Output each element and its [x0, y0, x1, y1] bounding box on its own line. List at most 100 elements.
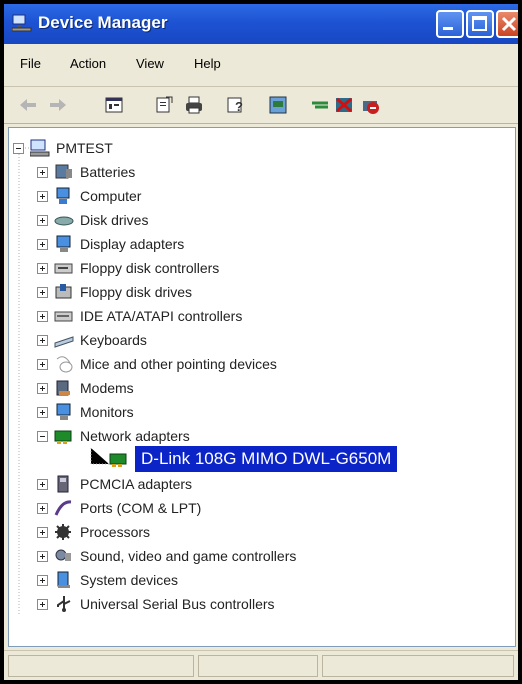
- modem-icon: [54, 379, 74, 397]
- floppy-drive-icon: [54, 283, 74, 301]
- expand-icon[interactable]: [37, 334, 48, 346]
- expand-icon[interactable]: [37, 382, 48, 394]
- disable-icon[interactable]: [334, 95, 354, 115]
- tree-item-pcmcia[interactable]: PCMCIA adapters: [37, 472, 192, 496]
- screenshot-frame: Device Manager File Action View Help ? P…: [0, 0, 522, 684]
- close-button[interactable]: [496, 10, 518, 38]
- tree-item-modems[interactable]: Modems: [37, 376, 134, 400]
- display-icon: [54, 235, 74, 253]
- battery-icon: [54, 163, 74, 181]
- back-icon[interactable]: [18, 95, 38, 115]
- menu-view[interactable]: View: [136, 56, 164, 71]
- system-icon: [54, 571, 74, 589]
- expand-icon[interactable]: [37, 262, 48, 274]
- uninstall-icon[interactable]: [310, 95, 330, 115]
- tree-item-label: IDE ATA/ATAPI controllers: [80, 308, 243, 324]
- print-icon[interactable]: [184, 95, 204, 115]
- expand-icon[interactable]: [37, 310, 48, 322]
- tree-item-label: Sound, video and game controllers: [80, 548, 297, 564]
- menu-help[interactable]: Help: [194, 56, 221, 71]
- toolbar: ?: [4, 87, 518, 124]
- monitor-icon: [54, 403, 74, 421]
- mouse-icon: [54, 355, 74, 373]
- expand-icon[interactable]: [37, 358, 48, 370]
- keyboard-icon: [54, 331, 74, 349]
- expand-icon[interactable]: [37, 478, 48, 490]
- properties-icon[interactable]: [104, 95, 124, 115]
- usb-icon: [54, 595, 74, 613]
- status-pane-1: [8, 655, 194, 677]
- expand-icon[interactable]: [37, 238, 48, 250]
- tree-item-processors[interactable]: Processors: [37, 520, 150, 544]
- collapse-icon[interactable]: [13, 142, 24, 154]
- root-label: PMTEST: [56, 140, 113, 156]
- network-icon: [54, 427, 74, 445]
- expand-icon[interactable]: [37, 574, 48, 586]
- tree-item-label: PCMCIA adapters: [80, 476, 193, 492]
- sound-icon: [54, 547, 74, 565]
- device-manager-icon: [11, 14, 32, 32]
- tree-item-usb[interactable]: Universal Serial Bus controllers: [37, 592, 275, 616]
- tree-item-label: Disk drives: [80, 212, 149, 228]
- expand-icon[interactable]: [37, 502, 48, 514]
- tree-item-label: Computer: [80, 188, 142, 204]
- expand-icon[interactable]: [37, 526, 48, 538]
- status-pane-2: [198, 655, 318, 677]
- tree-item-label: Modems: [80, 380, 134, 396]
- ide-icon: [54, 307, 74, 325]
- help-icon[interactable]: ?: [226, 95, 246, 115]
- device-manager-window: Device Manager File Action View Help ? P…: [4, 4, 518, 680]
- tree-item-dlink-adapter[interactable]: D-Link 108G MIMO DWL-G650M: [109, 446, 398, 472]
- menu-file[interactable]: File: [20, 56, 41, 71]
- tree-item-label: Mice and other pointing devices: [80, 356, 277, 372]
- tree-item-batteries[interactable]: Batteries: [37, 160, 135, 184]
- tree-item-display-adapters[interactable]: Display adapters: [37, 232, 184, 256]
- network-card-icon: [109, 450, 129, 468]
- tree-item-network-adapters[interactable]: Network adapters: [37, 424, 190, 448]
- tree-item-label: Monitors: [80, 404, 134, 420]
- floppy-controller-icon: [54, 259, 74, 277]
- tree-item-mice[interactable]: Mice and other pointing devices: [37, 352, 277, 376]
- maximize-button[interactable]: [466, 10, 494, 38]
- expand-icon[interactable]: [37, 406, 48, 418]
- tree-item-system-devices[interactable]: System devices: [37, 568, 178, 592]
- tree-item-ports[interactable]: Ports (COM & LPT): [37, 496, 201, 520]
- tree-item-sound[interactable]: Sound, video and game controllers: [37, 544, 296, 568]
- title-bar[interactable]: Device Manager: [4, 4, 518, 44]
- tree-item-label: Processors: [80, 524, 151, 540]
- forward-icon[interactable]: [48, 95, 68, 115]
- tree-item-label: Keyboards: [80, 332, 147, 348]
- tree-item-floppy-controllers[interactable]: Floppy disk controllers: [37, 256, 219, 280]
- collapse-icon[interactable]: [37, 430, 48, 442]
- update-driver-icon[interactable]: [268, 95, 288, 115]
- tree-item-monitors[interactable]: Monitors: [37, 400, 134, 424]
- expand-icon[interactable]: [37, 190, 48, 202]
- expand-icon[interactable]: [37, 214, 48, 226]
- tree-item-label: Display adapters: [80, 236, 185, 252]
- tree-root[interactable]: PMTEST: [13, 136, 113, 160]
- minimize-button[interactable]: [436, 10, 464, 38]
- expand-icon[interactable]: [37, 166, 48, 178]
- tree-item-label: System devices: [80, 572, 179, 588]
- tree-item-label: Network adapters: [80, 428, 190, 444]
- disk-icon: [54, 211, 74, 229]
- tree-item-computer[interactable]: Computer: [37, 184, 141, 208]
- pcmcia-icon: [54, 475, 74, 493]
- status-bar: [4, 650, 518, 680]
- expand-icon[interactable]: [37, 598, 48, 610]
- computer-root-icon: [29, 139, 50, 157]
- status-pane-3: [322, 655, 514, 677]
- processor-icon: [54, 523, 74, 541]
- tree-item-keyboards[interactable]: Keyboards: [37, 328, 147, 352]
- remove-icon[interactable]: [360, 95, 380, 115]
- expand-icon[interactable]: [37, 550, 48, 562]
- expand-icon[interactable]: [37, 286, 48, 298]
- tree-item-disk-drives[interactable]: Disk drives: [37, 208, 148, 232]
- menu-bar: File Action View Help: [4, 44, 518, 87]
- tree-item-label: Ports (COM & LPT): [80, 500, 202, 516]
- tree-item-ide-controllers[interactable]: IDE ATA/ATAPI controllers: [37, 304, 242, 328]
- tree-item-floppy-drives[interactable]: Floppy disk drives: [37, 280, 192, 304]
- ports-icon: [54, 499, 74, 517]
- menu-action[interactable]: Action: [70, 56, 106, 71]
- scan-icon[interactable]: [154, 95, 174, 115]
